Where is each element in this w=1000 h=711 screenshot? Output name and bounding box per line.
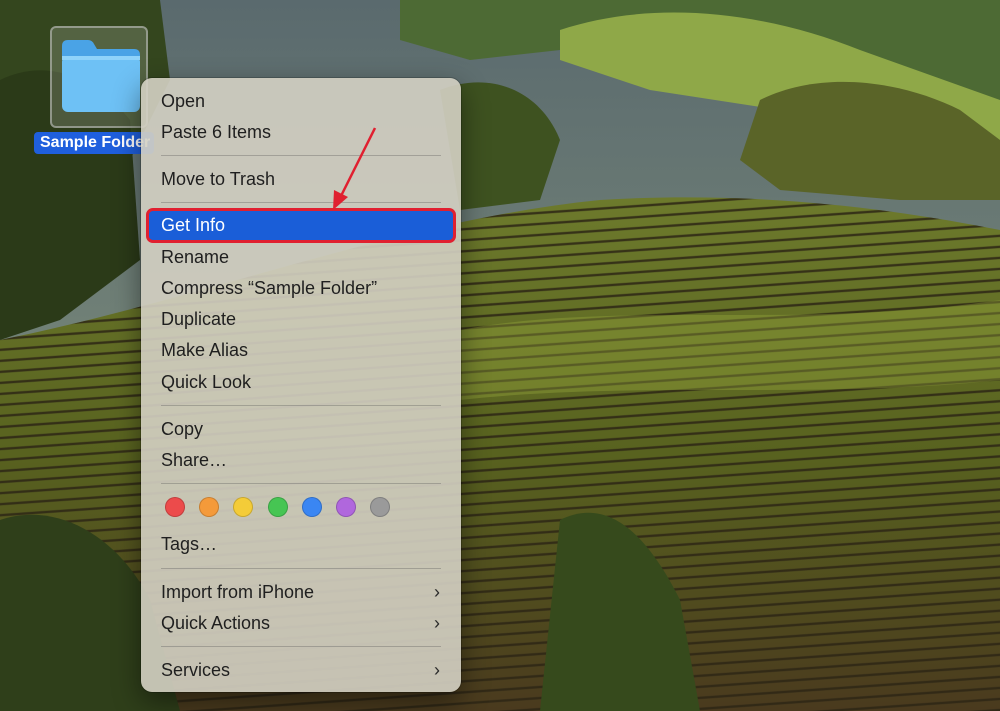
menu-separator xyxy=(161,568,441,569)
menu-item-import-from-iphone[interactable]: Import from iPhone › xyxy=(148,577,454,608)
tag-orange-dot[interactable] xyxy=(199,497,219,517)
menu-item-paste[interactable]: Paste 6 Items xyxy=(148,117,454,148)
menu-item-copy[interactable]: Copy xyxy=(148,414,454,445)
menu-item-label: Quick Actions xyxy=(161,613,271,633)
menu-item-quick-look[interactable]: Quick Look xyxy=(148,367,454,398)
menu-item-services[interactable]: Services › xyxy=(148,655,454,686)
menu-separator xyxy=(161,155,441,156)
menu-separator xyxy=(161,646,441,647)
menu-item-duplicate[interactable]: Duplicate xyxy=(148,304,454,335)
menu-item-make-alias[interactable]: Make Alias xyxy=(148,335,454,366)
folder-selection-frame xyxy=(50,26,148,128)
menu-separator xyxy=(161,483,441,484)
tag-purple-dot[interactable] xyxy=(336,497,356,517)
menu-separator xyxy=(161,202,441,203)
menu-item-move-to-trash[interactable]: Move to Trash xyxy=(148,164,454,195)
tag-gray-dot[interactable] xyxy=(370,497,390,517)
tag-red-dot[interactable] xyxy=(165,497,185,517)
folder-icon xyxy=(62,40,140,112)
context-menu: Open Paste 6 Items Move to Trash Get Inf… xyxy=(141,78,461,692)
menu-item-rename[interactable]: Rename xyxy=(148,242,454,273)
menu-item-share[interactable]: Share… xyxy=(148,445,454,476)
menu-item-label: Services xyxy=(161,660,231,680)
chevron-right-icon: › xyxy=(434,660,440,680)
chevron-right-icon: › xyxy=(434,613,440,633)
menu-item-label: Import from iPhone xyxy=(161,582,315,602)
menu-item-tags[interactable]: Tags… xyxy=(148,529,454,560)
folder-name-label[interactable]: Sample Folder xyxy=(34,132,154,154)
chevron-right-icon: › xyxy=(434,582,440,602)
menu-item-compress[interactable]: Compress “Sample Folder” xyxy=(148,273,454,304)
tag-color-row xyxy=(165,497,405,519)
annotation-arrow-icon xyxy=(333,127,377,210)
tag-yellow-dot[interactable] xyxy=(233,497,253,517)
menu-item-open[interactable]: Open xyxy=(148,86,454,117)
tag-green-dot[interactable] xyxy=(268,497,288,517)
menu-item-quick-actions[interactable]: Quick Actions › xyxy=(148,608,454,639)
desktop-folder[interactable]: Sample Folder xyxy=(34,26,154,156)
menu-item-get-info[interactable]: Get Info xyxy=(146,208,456,243)
menu-separator xyxy=(161,405,441,406)
tag-blue-dot[interactable] xyxy=(302,497,322,517)
